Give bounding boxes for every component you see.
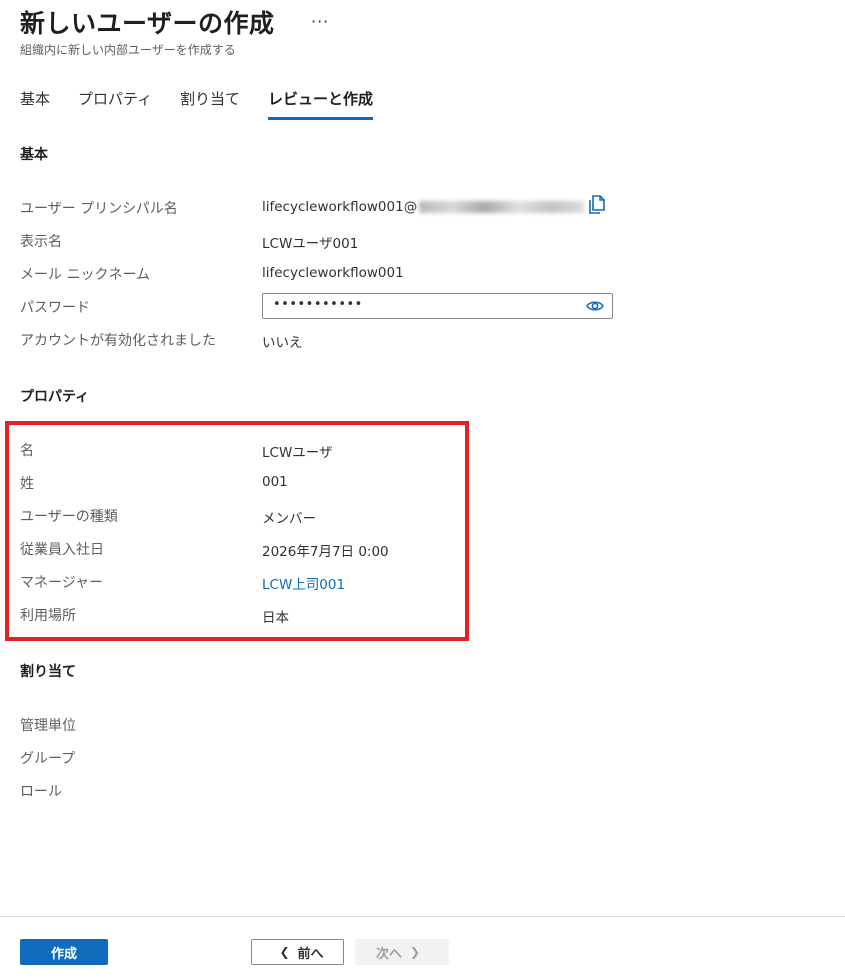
previous-button-label: 前へ xyxy=(297,946,324,962)
account-enabled-label: アカウントが有効化されました xyxy=(20,333,216,349)
upn-value: lifecycleworkflow001@ xyxy=(262,199,585,215)
section-title-properties: プロパティ xyxy=(20,389,90,405)
last-name-value: 001 xyxy=(262,474,288,490)
manager-label: マネージャー xyxy=(20,575,104,591)
manager-link[interactable]: LCW上司001 xyxy=(262,573,345,593)
admin-units-label: 管理単位 xyxy=(20,718,76,734)
display-name-value: LCWユーザ001 xyxy=(262,236,359,252)
hire-date-value: 2026年7月7日 0:00 xyxy=(262,544,389,560)
first-name-label: 名 xyxy=(20,443,34,459)
account-enabled-value: いいえ xyxy=(262,335,303,351)
next-button[interactable]: 次へ ❯ xyxy=(355,939,449,965)
last-name-label: 姓 xyxy=(20,476,34,492)
more-options-button[interactable]: ··· xyxy=(311,12,329,31)
roles-label: ロール xyxy=(20,784,62,800)
usage-location-label: 利用場所 xyxy=(20,608,76,624)
user-type-label: ユーザーの種類 xyxy=(20,509,118,525)
chevron-left-icon: ❮ xyxy=(279,945,290,959)
chevron-right-icon: ❯ xyxy=(409,945,421,959)
previous-button[interactable]: ❮ 前へ xyxy=(251,939,344,965)
section-title-assignments: 割り当て xyxy=(20,664,76,680)
password-value: ••••••••••• xyxy=(273,297,363,312)
tab-assignments[interactable]: 割り当て xyxy=(180,88,240,117)
upn-text: lifecycleworkflow001@ xyxy=(262,199,418,215)
create-user-page: 新しいユーザーの作成 ··· 組織内に新しい内部ユーザーを作成する 基本 プロパ… xyxy=(0,0,845,979)
user-type-value: メンバー xyxy=(262,511,316,527)
section-title-basic: 基本 xyxy=(20,147,48,163)
first-name-value: LCWユーザ xyxy=(262,445,333,461)
mail-nickname-label: メール ニックネーム xyxy=(20,267,151,283)
tab-properties[interactable]: プロパティ xyxy=(78,88,152,117)
tab-review-create[interactable]: レビューと作成 xyxy=(268,88,374,120)
mail-nickname-value: lifecycleworkflow001 xyxy=(262,265,404,281)
eye-icon[interactable] xyxy=(586,299,604,313)
page-subtitle: 組織内に新しい内部ユーザーを作成する xyxy=(20,43,236,57)
tab-basic[interactable]: 基本 xyxy=(20,88,50,117)
hire-date-label: 従業員入社日 xyxy=(20,542,104,558)
display-name-label: 表示名 xyxy=(20,234,62,250)
password-label: パスワード xyxy=(20,300,90,316)
groups-label: グループ xyxy=(20,751,76,767)
footer-divider xyxy=(0,916,845,917)
page-title: 新しいユーザーの作成 xyxy=(20,9,275,38)
usage-location-value: 日本 xyxy=(262,610,289,626)
create-button[interactable]: 作成 xyxy=(20,939,108,965)
redacted-domain xyxy=(419,201,585,213)
next-button-label: 次へ xyxy=(375,946,402,962)
password-field[interactable]: ••••••••••• xyxy=(262,293,613,319)
upn-label: ユーザー プリンシパル名 xyxy=(20,201,178,217)
copy-icon[interactable] xyxy=(587,195,605,215)
